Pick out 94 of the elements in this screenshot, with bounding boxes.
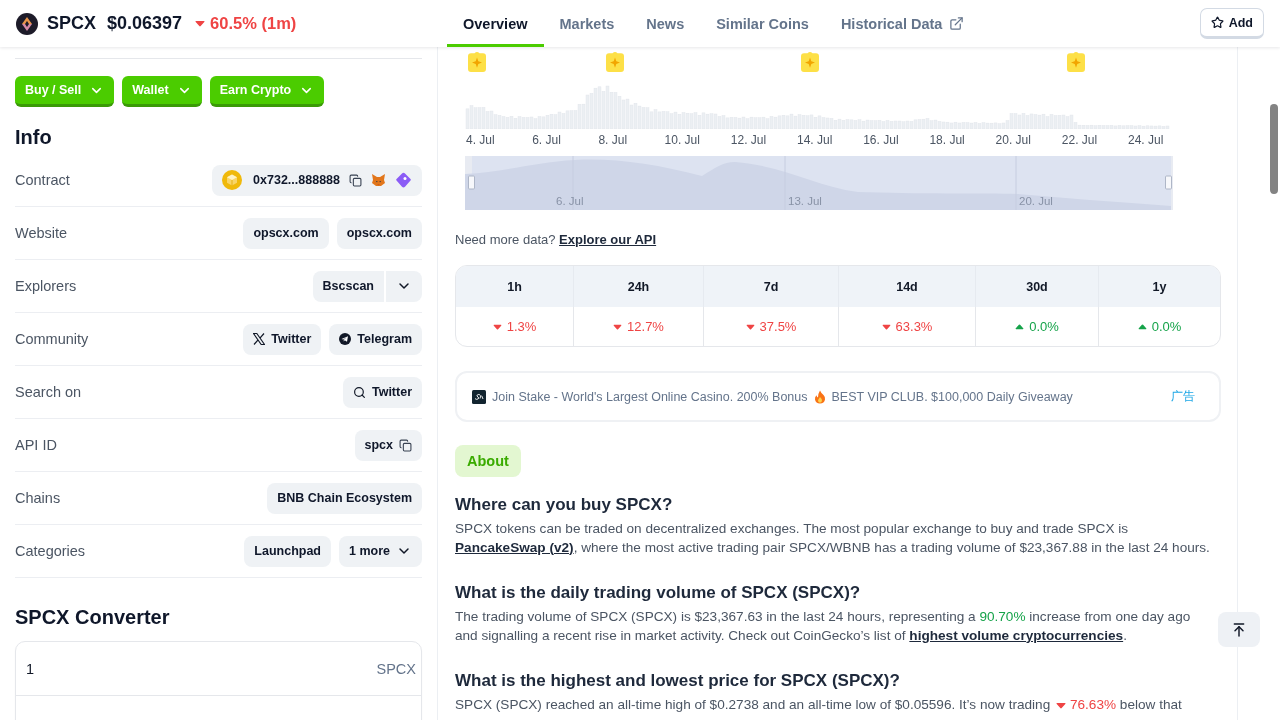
fox-icon[interactable] [371, 173, 386, 187]
dropdown-button[interactable] [386, 270, 422, 302]
coin-price: $0.06397 [107, 13, 183, 34]
gem-icon[interactable] [395, 171, 412, 189]
faq-answer: SPCX (SPCX) reached an all-time high of $0.2738 and an all-time low of $0.05596. It’s now trading 76.63% below that [455, 696, 1183, 714]
change-value: 1.3% [506, 319, 537, 334]
social-link[interactable]: Telegram [329, 323, 422, 355]
period-header: 30d [975, 266, 1098, 307]
chip-link[interactable]: Launchpad [244, 535, 331, 567]
more-dropdown[interactable]: 1 more [339, 535, 422, 567]
info-label: Website [15, 225, 68, 241]
event-marker-icon[interactable] [1066, 51, 1086, 73]
faq-heading: What is the daily trading volume of SPCX (SPCX)? [455, 583, 862, 603]
info-label: Categories [15, 543, 86, 559]
search-link[interactable]: Twitter [342, 376, 422, 408]
api-id-chip[interactable]: spcx [354, 429, 422, 461]
fire-icon [813, 389, 826, 404]
scrollbar-thumb[interactable] [1270, 104, 1278, 194]
navigator-label: 6. Jul [556, 195, 584, 208]
arrow-to-top-icon [1231, 621, 1247, 638]
explorer-link[interactable]: Bscscan [312, 270, 384, 302]
contract-address[interactable]: 0x732...888888 [253, 173, 340, 187]
ad-text: BEST VIP CLUB. $100,000 Daily Giveaway [831, 389, 1073, 404]
chip-link[interactable]: opscx.com [336, 217, 422, 249]
tab[interactable]: Historical Data [824, 0, 981, 47]
range-navigator[interactable] [465, 156, 1173, 210]
tab[interactable]: Markets [543, 0, 631, 47]
brand-logo-icon [472, 389, 486, 404]
axis-label: 16. Jul [863, 133, 899, 147]
token-icon [222, 170, 243, 190]
api-link[interactable]: Explore our API [559, 232, 657, 247]
change-value: 37.5% [759, 319, 797, 334]
axis-label: 4. Jul [466, 133, 495, 147]
period-header: 14d [838, 266, 975, 307]
telegram-icon [339, 333, 352, 345]
tab[interactable]: Overview [447, 0, 544, 47]
faq-answer: SPCX tokens can be traded on decentralized exchanges. The most popular exchange to buy and trade SPCX is PancakeSwap (v2), where the most active trading pair SPCX/WBNB has a trading volume of $23,367.88 in the last 24 hours. [455, 520, 1211, 557]
scroll-to-top-button[interactable] [1218, 612, 1260, 647]
x-logo-icon [253, 333, 266, 345]
info-label: API ID [15, 437, 57, 453]
period-header: 1h [456, 266, 573, 307]
add-button[interactable]: Add [1199, 8, 1264, 39]
social-link[interactable]: Twitter [243, 323, 322, 355]
axis-label: 10. Jul [664, 133, 700, 147]
copy-icon [399, 438, 412, 452]
axis-label: 20. Jul [995, 133, 1031, 147]
change-value: 0.0% [1029, 319, 1059, 334]
period-header: 24h [573, 266, 703, 307]
faq-answer: The trading volume of SPCX (SPCX) is $23,367.63 in the last 24 hours, representing a 90.70% increase from one day ago and signalling a recent rise in market activity. Check out CoinGecko’s list of highest volume cryptocurrencies. [455, 608, 1192, 645]
ad-label: 广告 [1171, 389, 1195, 404]
event-marker-icon[interactable] [467, 51, 487, 73]
api-note: Need more data? Explore our API [455, 232, 658, 248]
ad-banner[interactable]: Join Stake - World's Largest Online Casino. 200% Bonus BEST VIP CLUB. $100,000 Daily Giveaway 广告 [455, 371, 1221, 422]
tab[interactable]: Similar Coins [700, 0, 825, 47]
coin-logo-icon [16, 12, 38, 35]
section-title: Info [15, 125, 53, 149]
external-link-icon [949, 16, 965, 31]
price-change: 60.5% (1m) [210, 14, 297, 33]
info-label: Chains [15, 490, 61, 506]
axis-label: 18. Jul [929, 133, 965, 147]
axis-label: 12. Jul [730, 133, 767, 147]
axis-label: 14. Jul [797, 133, 833, 147]
faq-heading: What is the highest and lowest price for SPCX (SPCX)? [455, 671, 901, 691]
tab[interactable]: News [630, 0, 701, 47]
info-label: Contract [15, 172, 70, 188]
change-value: 0.0% [1151, 319, 1182, 334]
axis-label: 8. Jul [598, 133, 628, 147]
search-icon [352, 385, 366, 399]
text-link[interactable]: PancakeSwap (v2) [455, 539, 574, 555]
ad-text: Join Stake - World's Largest Online Casino. 200% Bonus [492, 389, 808, 404]
period-header: 7d [703, 266, 838, 307]
currency-label: SPCX [376, 660, 416, 677]
section-title: SPCX Converter [15, 605, 171, 629]
axis-label: 6. Jul [532, 133, 561, 147]
change-value: 12.7% [627, 319, 664, 334]
period-header: 1y [1098, 266, 1220, 307]
chip-link[interactable]: BNB Chain Ecosystem [267, 482, 422, 514]
navigator-label: 20. Jul [1019, 195, 1053, 208]
navigator-label: 13. Jul [788, 195, 822, 208]
change-value: 63.3% [895, 319, 933, 334]
copy-icon[interactable] [349, 173, 362, 187]
event-marker-icon[interactable] [800, 51, 820, 73]
info-label: Community [15, 331, 89, 347]
info-label: Search on [15, 384, 82, 400]
chip-link[interactable]: opscx.com [243, 217, 329, 249]
caret-down-icon [1055, 702, 1066, 709]
star-icon [1210, 16, 1224, 29]
axis-label: 24. Jul [1128, 133, 1164, 147]
event-marker-icon[interactable] [605, 51, 625, 73]
coin-symbol: SPCX [47, 13, 97, 34]
amount-field[interactable]: 1 [26, 660, 246, 677]
axis-label: 22. Jul [1061, 133, 1098, 147]
faq-heading: Where can you buy SPCX? [455, 495, 674, 515]
info-label: Explorers [15, 278, 77, 294]
